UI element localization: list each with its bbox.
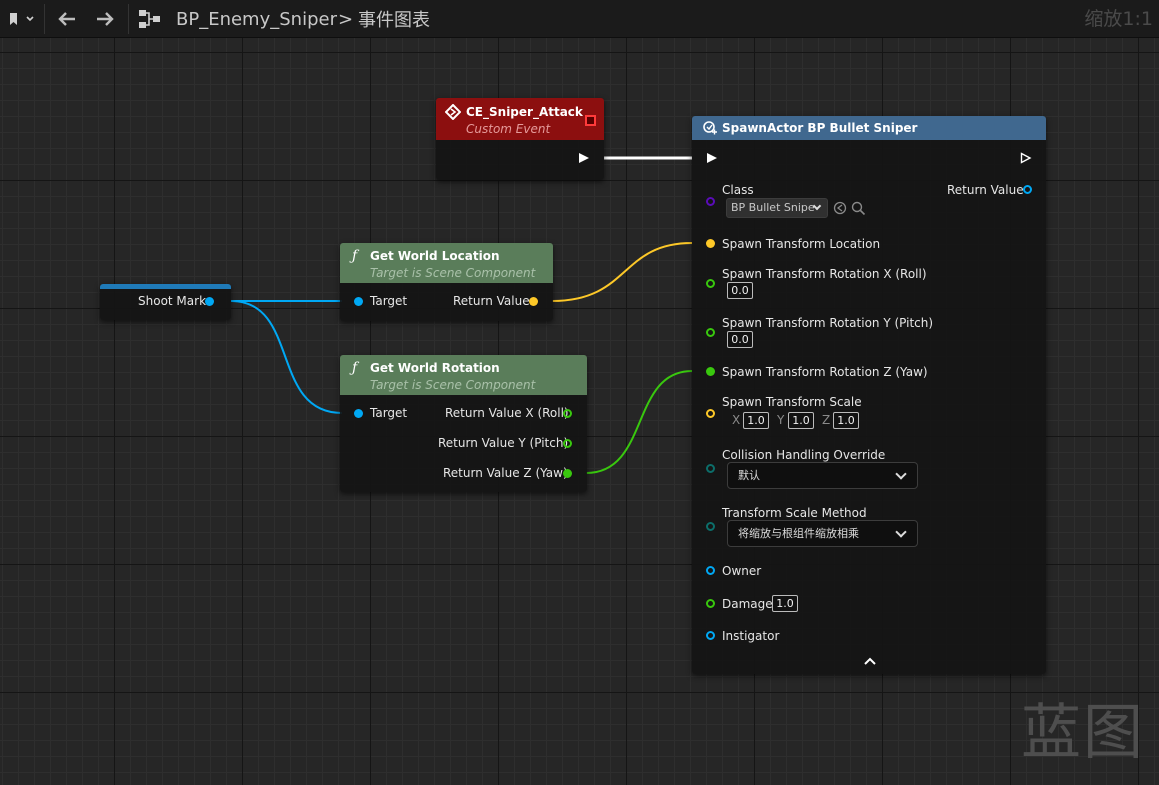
target-label: Target xyxy=(370,406,408,420)
return-y-output-pin[interactable] xyxy=(563,439,572,448)
scale-y-input[interactable]: 1.0 xyxy=(788,412,814,429)
spawn-actor-title: SpawnActor BP Bullet Sniper xyxy=(722,121,918,135)
class-input-pin[interactable] xyxy=(706,197,715,206)
get-world-location-title: Get World Location xyxy=(370,249,500,263)
scale-method-dropdown[interactable]: 将缩放与根组件缩放相乘 xyxy=(727,520,918,547)
float-wire-yaw xyxy=(585,370,693,474)
damage-input[interactable]: 1.0 xyxy=(772,595,798,612)
exec-output-pin[interactable] xyxy=(1020,152,1032,164)
collision-label: Collision Handling Override xyxy=(722,448,886,462)
class-label: Class xyxy=(722,183,754,197)
collision-input-pin[interactable] xyxy=(706,464,715,473)
custom-event-title: CE_Sniper_Attack xyxy=(466,105,583,119)
scale-z-input[interactable]: 1.0 xyxy=(833,412,859,429)
instigator-input-pin[interactable] xyxy=(706,631,715,640)
target-input-pin[interactable] xyxy=(354,409,363,418)
function-icon: ƒ xyxy=(352,248,358,264)
collision-dropdown[interactable]: 默认 xyxy=(727,462,918,489)
get-world-location-header: ƒ Get World Location Target is Scene Com… xyxy=(340,243,553,283)
shoot-mark-node[interactable]: Shoot Mark xyxy=(100,284,231,320)
damage-label: Damage xyxy=(722,597,773,611)
scale-y-axis-label: Y xyxy=(777,413,785,427)
return-z-label: Return Value Z (Yaw) xyxy=(443,466,568,480)
get-world-rotation-subtitle: Target is Scene Component xyxy=(370,378,536,392)
rotation-y-label: Spawn Transform Rotation Y (Pitch) xyxy=(722,316,934,330)
spawn-actor-header: SpawnActor BP Bullet Sniper xyxy=(692,116,1046,140)
return-y-label: Return Value Y (Pitch) xyxy=(438,436,569,450)
location-label: Spawn Transform Location xyxy=(722,237,881,251)
collision-value: 默认 xyxy=(738,469,760,482)
scale-z-axis-label: Z xyxy=(822,413,831,427)
return-x-label: Return Value X (Roll) xyxy=(445,406,569,420)
rotation-y-input-pin[interactable] xyxy=(706,328,715,337)
owner-input-pin[interactable] xyxy=(706,566,715,575)
return-x-output-pin[interactable] xyxy=(563,409,572,418)
rotation-z-label: Spawn Transform Rotation Z (Yaw) xyxy=(722,365,928,379)
class-value: BP Bullet Snipe xyxy=(731,201,815,214)
return-value-output-pin[interactable] xyxy=(529,297,538,306)
custom-event-header: CE_Sniper_Attack Custom Event xyxy=(436,98,604,140)
node-color-strip xyxy=(100,284,231,289)
instigator-label: Instigator xyxy=(722,629,780,643)
location-input-pin[interactable] xyxy=(706,239,715,248)
scale-input-pin[interactable] xyxy=(706,409,715,418)
scale-method-label: Transform Scale Method xyxy=(722,506,867,520)
collapse-advanced-button[interactable] xyxy=(863,656,877,666)
damage-input-pin[interactable] xyxy=(706,599,715,608)
target-input-pin[interactable] xyxy=(354,297,363,306)
class-picker[interactable]: BP Bullet Snipe xyxy=(726,198,828,218)
delegate-pin[interactable] xyxy=(585,115,596,126)
return-value-label: Return Value xyxy=(947,183,1024,197)
scale-label: Spawn Transform Scale xyxy=(722,395,862,409)
get-world-rotation-title: Get World Rotation xyxy=(370,361,500,375)
rotation-y-input[interactable]: 0.0 xyxy=(727,331,753,348)
blueprint-watermark: 蓝图 xyxy=(1021,698,1145,768)
browse-search-icon[interactable] xyxy=(851,201,867,215)
owner-label: Owner xyxy=(722,564,762,578)
vector-wire-location xyxy=(551,242,693,302)
custom-event-subtitle: Custom Event xyxy=(466,122,551,136)
get-world-location-node[interactable]: ƒ Get World Location Target is Scene Com… xyxy=(340,243,553,321)
object-wire-target-rotation xyxy=(230,300,343,414)
rotation-z-input-pin[interactable] xyxy=(706,367,715,376)
use-selected-icon[interactable] xyxy=(833,201,849,215)
event-diamond-icon xyxy=(445,104,461,120)
return-value-label: Return Value xyxy=(453,294,530,308)
rotation-x-input[interactable]: 0.0 xyxy=(727,282,753,299)
shoot-mark-label: Shoot Mark xyxy=(138,294,207,308)
scale-x-axis-label: X xyxy=(732,413,741,427)
custom-event-node[interactable]: CE_Sniper_Attack Custom Event xyxy=(436,98,604,180)
function-icon: ƒ xyxy=(352,360,358,376)
scale-method-value: 将缩放与根组件缩放相乘 xyxy=(738,527,859,540)
target-label: Target xyxy=(370,294,408,308)
chevron-down-icon xyxy=(895,526,907,538)
scale-x-input[interactable]: 1.0 xyxy=(743,412,769,429)
get-world-location-subtitle: Target is Scene Component xyxy=(370,266,536,280)
spawn-actor-node[interactable]: SpawnActor BP Bullet Sniper Class BP Bul… xyxy=(692,116,1046,674)
spawn-actor-icon xyxy=(703,121,717,135)
return-value-output-pin[interactable] xyxy=(1023,185,1032,194)
rotation-x-label: Spawn Transform Rotation X (Roll) xyxy=(722,267,927,281)
get-world-rotation-header: ƒ Get World Rotation Target is Scene Com… xyxy=(340,355,587,395)
shoot-mark-output-pin[interactable] xyxy=(205,297,214,306)
chevron-down-icon xyxy=(895,468,907,480)
rotation-x-input-pin[interactable] xyxy=(706,279,715,288)
get-world-rotation-node[interactable]: ƒ Get World Rotation Target is Scene Com… xyxy=(340,355,587,492)
return-z-output-pin[interactable] xyxy=(563,469,572,478)
exec-input-pin[interactable] xyxy=(706,152,718,164)
exec-output-pin[interactable] xyxy=(578,152,590,164)
scale-method-input-pin[interactable] xyxy=(706,522,715,531)
